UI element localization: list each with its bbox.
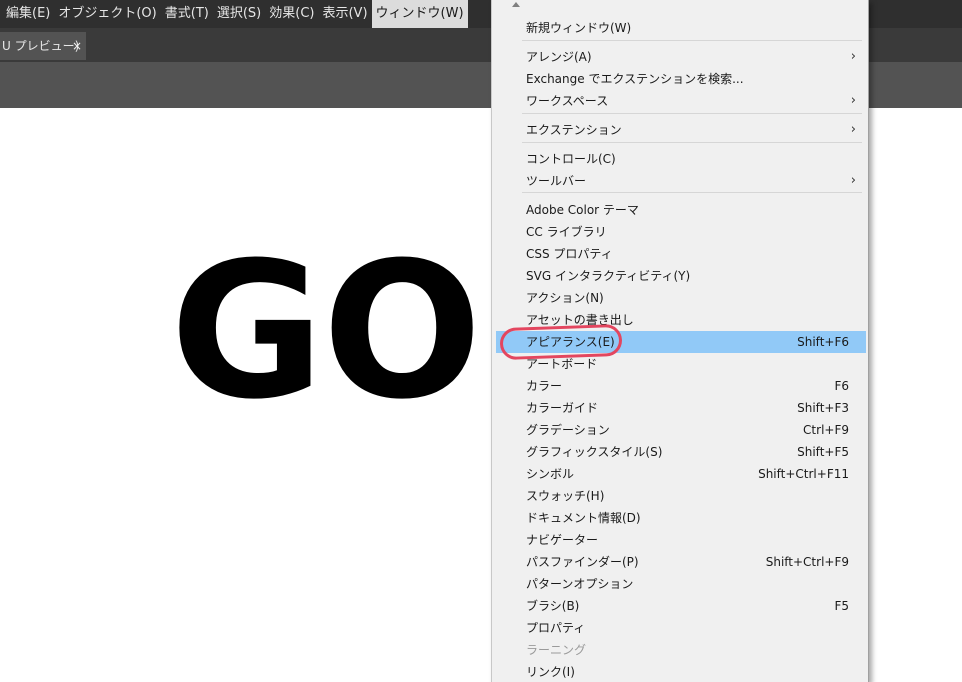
menu-item[interactable]: パターンオプション [496, 573, 866, 595]
chevron-right-icon: › [850, 49, 856, 64]
menu-item[interactable]: スウォッチ(H) [496, 485, 866, 507]
menu-item-label: アレンジ(A) [526, 50, 592, 64]
menu-item[interactable]: パスファインダー(P) Shift+Ctrl+F9 [496, 551, 866, 573]
menu-item[interactable]: アクション(N) [496, 287, 866, 309]
menu-item[interactable]: アレンジ(A) › [496, 46, 866, 68]
close-icon[interactable]: × [72, 32, 82, 60]
menu-separator [522, 40, 862, 41]
menu-item-label: カラーガイド [526, 401, 599, 415]
menu-item-label: 新規ウィンドウ(W) [526, 21, 632, 35]
artwork-text[interactable]: GO [170, 238, 482, 426]
menu-separator [522, 142, 862, 143]
menu-item-label: Exchange でエクステンションを検索... [526, 72, 744, 86]
menu-view[interactable]: 表示(V) [318, 0, 371, 28]
menu-item: ラーニング [496, 639, 866, 661]
menu-item-shortcut: F5 [834, 599, 849, 613]
menu-item-label: スウォッチ(H) [526, 489, 605, 503]
menu-item-label: CSS プロパティ [526, 247, 613, 261]
menu-item[interactable]: ドキュメント情報(D) [496, 507, 866, 529]
menu-item[interactable]: ブラシ(B) F5 [496, 595, 866, 617]
menu-item-label: CC ライブラリ [526, 225, 607, 239]
menu-item[interactable]: ワークスペース › [496, 90, 866, 112]
highlight-annotation-circle [499, 323, 623, 361]
menu-item[interactable]: コントロール(C) [496, 148, 866, 170]
menu-select[interactable]: 選択(S) [213, 0, 265, 28]
menu-edit[interactable]: 編集(E) [0, 0, 54, 28]
menu-object[interactable]: オブジェクト(O) [54, 0, 160, 28]
menu-item[interactable]: 新規ウィンドウ(W) [496, 17, 866, 39]
menu-item-label: プロパティ [526, 621, 586, 635]
menu-item-label: グラフィックスタイル(S) [526, 445, 663, 459]
menu-item[interactable]: CC ライブラリ [496, 221, 866, 243]
menu-item-shortcut: Ctrl+F9 [803, 423, 849, 437]
menu-item-label: ツールバー [526, 174, 587, 188]
menu-effect[interactable]: 効果(C) [265, 0, 318, 28]
menu-item-label: ブラシ(B) [526, 599, 580, 613]
menu-item[interactable]: グラフィックスタイル(S) Shift+F5 [496, 441, 866, 463]
menu-item[interactable]: プロパティ [496, 617, 866, 639]
menu-item-label: ドキュメント情報(D) [526, 511, 641, 525]
menu-item-label: エクステンション [526, 123, 622, 137]
chevron-right-icon: › [850, 173, 856, 188]
menu-item[interactable]: Exchange でエクステンションを検索... [496, 68, 866, 90]
menu-item[interactable]: CSS プロパティ [496, 243, 866, 265]
menu-item[interactable]: グラデーション Ctrl+F9 [496, 419, 866, 441]
menu-item-label: ワークスペース [526, 94, 609, 108]
menu-item-label: シンボル [526, 467, 575, 481]
menu-item[interactable]: Adobe Color テーマ [496, 199, 866, 221]
menu-separator [522, 192, 862, 193]
menu-item-label: コントロール(C) [526, 152, 616, 166]
menu-item[interactable]: ツールバー › [496, 170, 866, 192]
menu-item-label: グラデーション [526, 423, 610, 437]
chevron-right-icon: › [850, 122, 856, 137]
scroll-up-arrow-icon[interactable] [512, 2, 520, 7]
menu-item-shortcut: Shift+F3 [797, 401, 849, 415]
menu-item-label: パスファインダー(P) [526, 555, 639, 569]
menu-item-label: SVG インタラクティビティ(Y) [526, 269, 691, 283]
menu-item-label: ラーニング [526, 643, 587, 657]
menu-item-label: アクション(N) [526, 291, 604, 305]
menu-item-label: パターンオプション [526, 577, 634, 591]
menu-item[interactable]: シンボル Shift+Ctrl+F11 [496, 463, 866, 485]
menu-separator [522, 113, 862, 114]
menu-item-shortcut: Shift+F5 [797, 445, 849, 459]
menu-item-label: Adobe Color テーマ [526, 203, 639, 217]
menu-item-shortcut: F6 [834, 379, 849, 393]
menu-item[interactable]: SVG インタラクティビティ(Y) [496, 265, 866, 287]
menu-item-shortcut: Shift+Ctrl+F11 [758, 467, 849, 481]
menu-item-label: カラー [526, 379, 563, 393]
chevron-right-icon: › [850, 93, 856, 108]
menu-item-label: リンク(I) [526, 665, 575, 679]
menu-window[interactable]: ウィンドウ(W) [371, 0, 468, 28]
menu-item-shortcut: Shift+F6 [797, 335, 849, 349]
document-tab-label: U プレビュー) [2, 39, 80, 53]
menu-item[interactable]: リンク(I) [496, 661, 866, 682]
menu-item[interactable]: エクステンション › [496, 119, 866, 141]
menu-item-label: ナビゲーター [526, 533, 599, 547]
menu-item[interactable]: カラー F6 [496, 375, 866, 397]
menu-item[interactable]: カラーガイド Shift+F3 [496, 397, 866, 419]
menu-item-shortcut: Shift+Ctrl+F9 [765, 555, 849, 569]
menu-item[interactable]: ナビゲーター [496, 529, 866, 551]
document-tab[interactable]: U プレビュー) × [0, 32, 86, 60]
menu-type[interactable]: 書式(T) [161, 0, 213, 28]
